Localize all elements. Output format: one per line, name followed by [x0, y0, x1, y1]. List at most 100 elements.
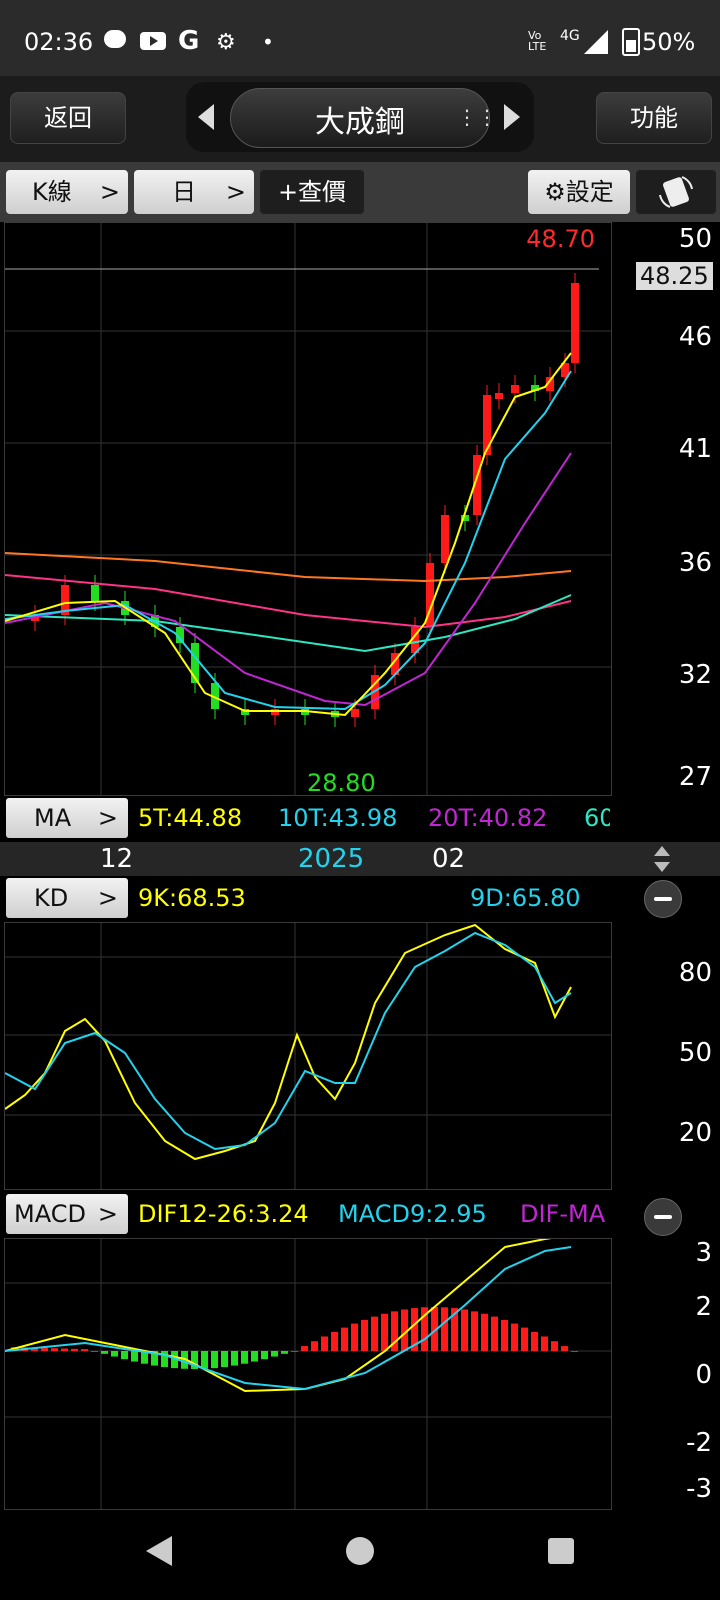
y-tick: -2 [686, 1428, 712, 1458]
d-value: 9D:65.80 [470, 884, 581, 912]
macd-hist-bar [541, 1336, 548, 1351]
home-nav-icon[interactable] [345, 1536, 375, 1566]
prev-stock-icon[interactable] [196, 104, 216, 130]
macd-hist-bar [511, 1323, 518, 1351]
macd-chart-area[interactable] [4, 1234, 612, 1510]
system-nav-bar [0, 1510, 720, 1600]
y-tick: 0 [695, 1360, 712, 1390]
macd-chart-canvas [4, 1234, 611, 1509]
y-tick: 27 [678, 762, 712, 792]
more-notifications-icon: • [262, 30, 274, 54]
recents-nav-icon[interactable] [548, 1538, 574, 1564]
macd-hist-bar [261, 1351, 268, 1360]
x-tick: 12 [100, 844, 134, 874]
ma60-value: 60 [584, 804, 610, 832]
dif-value: DIF12-26:3.24 [138, 1200, 309, 1228]
macd-hist-bar [561, 1346, 568, 1351]
macd-hist-bar [251, 1351, 258, 1362]
chevron-right-icon: > [97, 804, 118, 832]
macd-hist-bar [201, 1351, 208, 1369]
macd-hist-bar [521, 1327, 528, 1351]
settings-status-icon: ⚙ [216, 30, 236, 55]
kline-selector[interactable]: K線 > [6, 170, 128, 214]
kd-label: KD [34, 884, 69, 912]
macd-hist-bar [291, 1351, 298, 1352]
macd-hist-bar [71, 1348, 78, 1351]
price-chart-area[interactable]: 48.70 28.80 [4, 222, 612, 797]
back-button[interactable]: 返回 [10, 92, 126, 144]
kd-chart-canvas [4, 923, 611, 1189]
y-tick: 50 [678, 224, 712, 254]
period-low-label: 28.80 [307, 769, 376, 797]
battery-icon [622, 28, 640, 56]
macd-indicator-button[interactable]: MACD > [6, 1194, 128, 1234]
collapse-kd-button[interactable] [644, 880, 682, 918]
ma-indicator-button[interactable]: MA > [6, 798, 128, 838]
time-axis: 12 2025 02 [0, 842, 720, 876]
chat-icon [104, 30, 126, 48]
macd-hist-bar [121, 1351, 128, 1360]
ma20-value: 20T:40.82 [428, 804, 548, 832]
youtube-icon [140, 32, 166, 50]
macd-hist-bar [311, 1341, 318, 1351]
ma5-value: 5T:44.88 [138, 804, 243, 832]
current-price-tag: 48.25 [636, 262, 713, 290]
y-tick: 41 [678, 434, 712, 464]
rotate-icon [659, 176, 693, 208]
status-time: 02:36 [24, 28, 94, 56]
y-tick: 20 [678, 1118, 712, 1148]
chevron-right-icon: > [99, 178, 120, 206]
macd-hist-bar [301, 1346, 308, 1351]
settings-button[interactable]: ⚙設定 [528, 170, 630, 214]
y-tick: 50 [678, 1038, 712, 1068]
macd-hist-bar [381, 1313, 388, 1351]
macd-hist-bar [341, 1327, 348, 1351]
macd-hist-bar [441, 1307, 448, 1351]
chart-toolbar: K線 > 日 > +查價 ⚙設定 [0, 162, 720, 222]
y-tick: 36 [678, 548, 712, 578]
macd-hist-bar [131, 1351, 138, 1362]
period-selector[interactable]: 日 > [134, 170, 254, 214]
macd-hist-bar [271, 1351, 278, 1357]
y-tick: 32 [678, 660, 712, 690]
macd-hist-bar [371, 1316, 378, 1351]
macd-hist-bar [91, 1351, 98, 1352]
collapse-macd-button[interactable] [644, 1198, 682, 1236]
next-stock-icon[interactable] [502, 104, 522, 130]
status-bar: 02:36 G ⚙ • Vo LTE 4G 50% [0, 0, 720, 76]
macd-hist-bar [481, 1313, 488, 1351]
pane-resize-icon[interactable] [654, 846, 670, 872]
price-chart-canvas [4, 223, 611, 795]
drag-handle-icon[interactable]: ⋮⋮ [457, 105, 497, 129]
macd-hist-bar [361, 1319, 368, 1351]
kd-y-axis: 80 50 20 [610, 922, 720, 1188]
candle-body [571, 283, 579, 363]
macd-hist-bar [221, 1351, 228, 1368]
macd-hist-bar [491, 1316, 498, 1351]
stock-title-switcher: 大成鋼 ⋮⋮ [186, 82, 534, 152]
kd-legend-row: KD > 9K:68.53 9D:65.80 [0, 876, 610, 922]
macd-hist-bar [211, 1351, 218, 1369]
signal-icon [584, 30, 608, 54]
rotate-screen-button[interactable] [636, 170, 716, 214]
ma-orange-line [4, 552, 572, 583]
y-tick: 46 [678, 322, 712, 352]
kd-indicator-button[interactable]: KD > [6, 878, 128, 918]
y-tick: 2 [695, 1292, 712, 1322]
macd-hist-bar [81, 1349, 88, 1351]
period-high-label: 48.70 [526, 225, 595, 253]
kd-chart-area[interactable] [4, 922, 612, 1190]
app-header: 返回 大成鋼 ⋮⋮ 功能 [0, 76, 720, 162]
macd-hist-bar [501, 1319, 508, 1351]
query-price-button[interactable]: +查價 [260, 170, 364, 214]
chevron-right-icon: > [97, 1200, 118, 1228]
candle-body [91, 585, 99, 601]
macd-hist-bar [471, 1311, 478, 1351]
macd-hist-bar [351, 1323, 358, 1351]
function-button[interactable]: 功能 [596, 92, 712, 144]
ma-legend-row: MA > 5T:44.88 10T:43.98 20T:40.82 60 [0, 796, 610, 842]
macd9-value: MACD9:2.95 [338, 1200, 487, 1228]
back-nav-icon[interactable] [146, 1536, 172, 1566]
stock-title-pill[interactable]: 大成鋼 ⋮⋮ [230, 88, 497, 148]
stock-title: 大成鋼 [315, 105, 405, 140]
